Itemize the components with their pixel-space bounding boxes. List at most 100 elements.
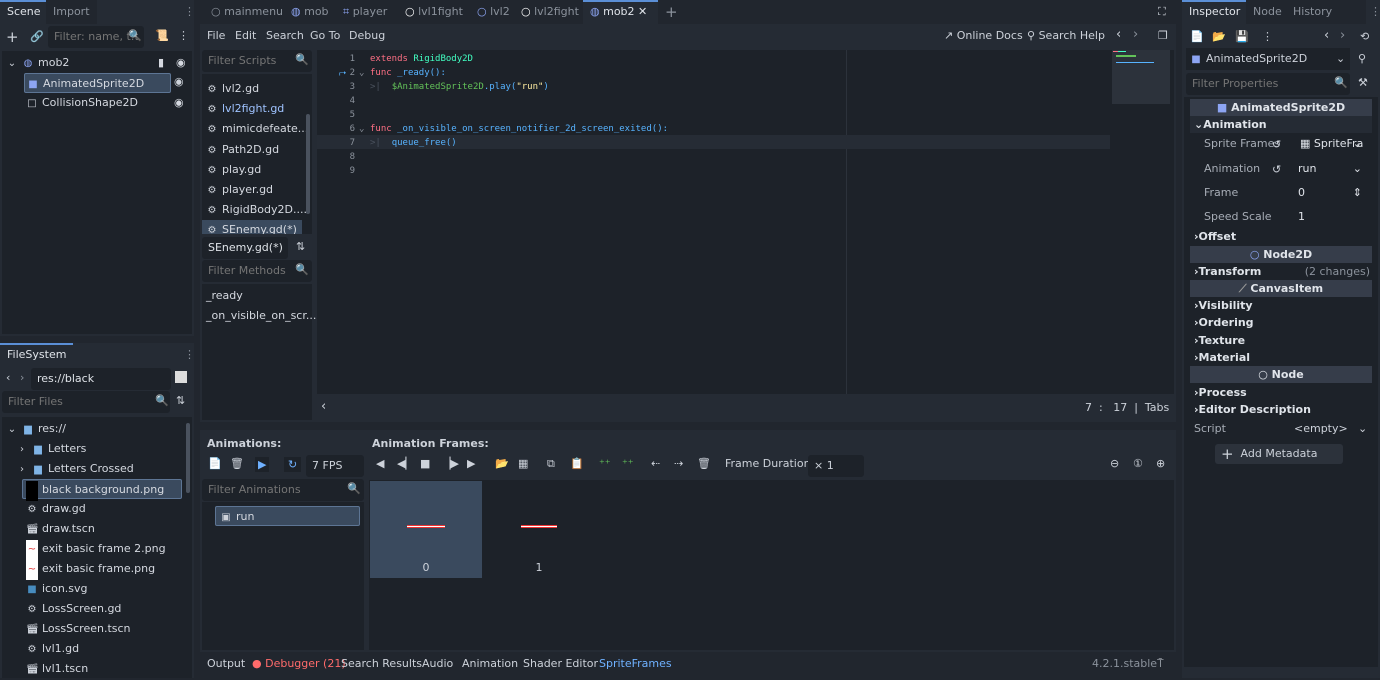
chevron-right-icon[interactable]: › [16, 460, 28, 480]
stop-icon[interactable]: ■ [420, 457, 430, 470]
menu-edit[interactable]: Edit [235, 29, 256, 42]
bottom-tab-output[interactable]: Output [207, 657, 245, 670]
scrollbar[interactable] [306, 114, 310, 214]
add-tab-icon[interactable]: + [665, 3, 678, 21]
section-editor-description[interactable]: ›Editor Description [1190, 401, 1372, 418]
menu-search[interactable]: Search [266, 29, 304, 42]
file-item[interactable]: ~ exit basic frame.png [26, 559, 155, 580]
script-item[interactable]: ⚙ player.gd [206, 180, 274, 200]
file-item[interactable]: 🎬︎ LossScreen.tscn [26, 619, 131, 639]
tab-mob2[interactable]: ◍ mob2 ✕ [583, 0, 658, 24]
tree-item-mob2[interactable]: ⌄ ◍ mob2 ▮ ◉ [6, 53, 186, 73]
sort-icon[interactable]: ⇅ [176, 394, 185, 407]
script-item[interactable]: ⚙ Path2D.gd [206, 140, 280, 160]
method-item[interactable]: _ready [206, 286, 243, 306]
tab-inspector[interactable]: Inspector [1182, 0, 1248, 24]
chevron-down-icon[interactable]: ⌄ [6, 54, 18, 74]
revert-icon[interactable]: ↺ [1272, 163, 1281, 176]
zoom-reset-icon[interactable]: ① [1133, 457, 1143, 470]
history-icon[interactable]: ⟲ [1360, 30, 1369, 43]
script-select[interactable]: <empty> ⌄ [1294, 418, 1370, 440]
play-start-icon[interactable]: ▕▶ [442, 457, 459, 470]
distraction-free-icon[interactable]: ⛶ [1158, 5, 1166, 19]
file-item[interactable]: ⌄ ▆ res:// [6, 419, 66, 439]
filter-animations-input[interactable] [202, 479, 364, 501]
animation-select[interactable]: run ⌄ [1286, 158, 1366, 180]
tab-import[interactable]: Import [46, 0, 97, 24]
menu-goto[interactable]: Go To [310, 29, 340, 42]
menu-dots-icon[interactable]: ⋮ [184, 348, 195, 361]
bottom-tab-shader-editor[interactable]: Shader Editor [523, 657, 598, 670]
file-item[interactable]: 🎬︎ lvl1.tscn [26, 659, 88, 679]
file-item[interactable]: ⚙ lvl1.gd [26, 639, 80, 659]
frame-duration-field[interactable]: × 1 [808, 455, 864, 477]
section-offset[interactable]: ›Offset [1190, 228, 1372, 245]
back-icon[interactable]: ‹ [6, 371, 10, 384]
link-icon[interactable]: 🔗 [30, 30, 44, 43]
delete-frame-icon[interactable]: 🗑 [697, 457, 711, 470]
fold-icon[interactable]: ⌄ [359, 66, 364, 80]
tree-item-collisionshape2d[interactable]: □ CollisionShape2D ◉ [24, 93, 184, 113]
zoom-out-icon[interactable]: ⊖ [1110, 457, 1119, 470]
file-item[interactable]: 🎬︎ draw.tscn [26, 519, 95, 539]
tab-filesystem[interactable]: FileSystem [0, 343, 74, 367]
revert-icon[interactable]: ↺ [1272, 138, 1281, 151]
back-icon[interactable]: ‹ [1324, 28, 1329, 43]
insert-before-icon[interactable]: ⁺⁺ [599, 457, 611, 470]
menu-dots-icon[interactable]: ⋮ [1370, 5, 1380, 18]
bottom-tab-debugger[interactable]: ● Debugger (21) [252, 657, 346, 670]
tab-lvl1fight[interactable]: ○ lvl1fight [398, 0, 470, 24]
script-item[interactable]: ⚙ play.gd [206, 160, 262, 180]
bottom-tab-animation[interactable]: Animation [462, 657, 518, 670]
section-ordering[interactable]: ›Ordering [1190, 314, 1372, 331]
bottom-tab-spriteframes[interactable]: SpriteFrames [599, 657, 672, 670]
toggle-scripts-icon[interactable]: ‹ [321, 399, 326, 414]
move-left-icon[interactable]: ⇠ [651, 457, 660, 470]
indent-mode[interactable]: Tabs [1145, 401, 1169, 414]
tab-mob[interactable]: ◍ mob [284, 0, 336, 24]
load-sheet-icon[interactable]: 📂 [495, 457, 509, 470]
section-process[interactable]: ›Process [1190, 384, 1372, 401]
menu-dots-icon[interactable]: ⋮ [1262, 30, 1273, 43]
menu-debug[interactable]: Debug [349, 29, 385, 42]
tab-mainmenu[interactable]: ○ mainmenu [204, 0, 290, 24]
chevron-down-icon[interactable]: ⌄ [6, 420, 18, 440]
path-field[interactable]: res://black background.png [31, 368, 171, 407]
visibility-icon[interactable]: ◉ [174, 93, 184, 113]
script-item[interactable]: ⚙ SEnemy.gd(*) [202, 220, 302, 234]
visibility-icon[interactable]: ◉ [174, 75, 184, 88]
sort-icon[interactable]: ⇅ [296, 240, 305, 253]
forward-icon[interactable]: › [1340, 28, 1345, 43]
menu-dots-icon[interactable]: ⋮ [184, 5, 195, 18]
section-material[interactable]: ›Material [1190, 349, 1372, 366]
menu-file[interactable]: File [207, 29, 225, 42]
open-icon[interactable]: 📂 [1212, 30, 1226, 43]
close-icon[interactable]: ✕ [635, 5, 647, 18]
tab-player[interactable]: ⌗ player [336, 0, 394, 24]
code-editor[interactable]: 1 2 3 4 5 6 7 8 9 ⮣ ⌄ ⌄ extends RigidBod… [317, 50, 1174, 394]
frame-tile[interactable]: 0 [370, 481, 482, 578]
animation-item-run[interactable]: ▣ run [215, 506, 360, 526]
filter-files-input[interactable] [2, 391, 170, 413]
tools-icon[interactable]: ⚒ [1358, 76, 1368, 89]
paste-icon[interactable]: 📋 [570, 457, 584, 470]
tab-history[interactable]: History [1286, 0, 1366, 24]
copy-icon[interactable]: ⧉ [547, 457, 555, 471]
file-item[interactable]: ⚙ draw.gd [26, 499, 86, 519]
tab-lvl2[interactable]: ○ lvl2 [470, 0, 517, 24]
tab-node[interactable]: Node [1246, 0, 1289, 24]
attach-script-icon[interactable]: 📜 [155, 29, 169, 42]
menu-dots-icon[interactable]: ⋮ [178, 29, 189, 42]
tree-item-animatedsprite2d[interactable]: ■ AnimatedSprite2D [24, 73, 171, 93]
forward-icon[interactable]: › [20, 371, 24, 384]
file-item[interactable]: ⚙ LossScreen.gd [26, 599, 122, 619]
forward-icon[interactable]: › [1133, 27, 1138, 42]
doc-icon[interactable]: ⚲ [1358, 52, 1366, 65]
visibility-icon[interactable]: ◉ [176, 53, 186, 73]
split-view-icon[interactable] [175, 371, 187, 383]
add-node-icon[interactable]: + [6, 28, 19, 46]
script-item[interactable]: ⚙ RigidBody2D.... [206, 200, 307, 220]
tab-scene[interactable]: Scene [0, 0, 48, 24]
search-help-button[interactable]: ⚲ Search Help [1027, 29, 1105, 42]
scrollbar[interactable] [186, 423, 190, 493]
